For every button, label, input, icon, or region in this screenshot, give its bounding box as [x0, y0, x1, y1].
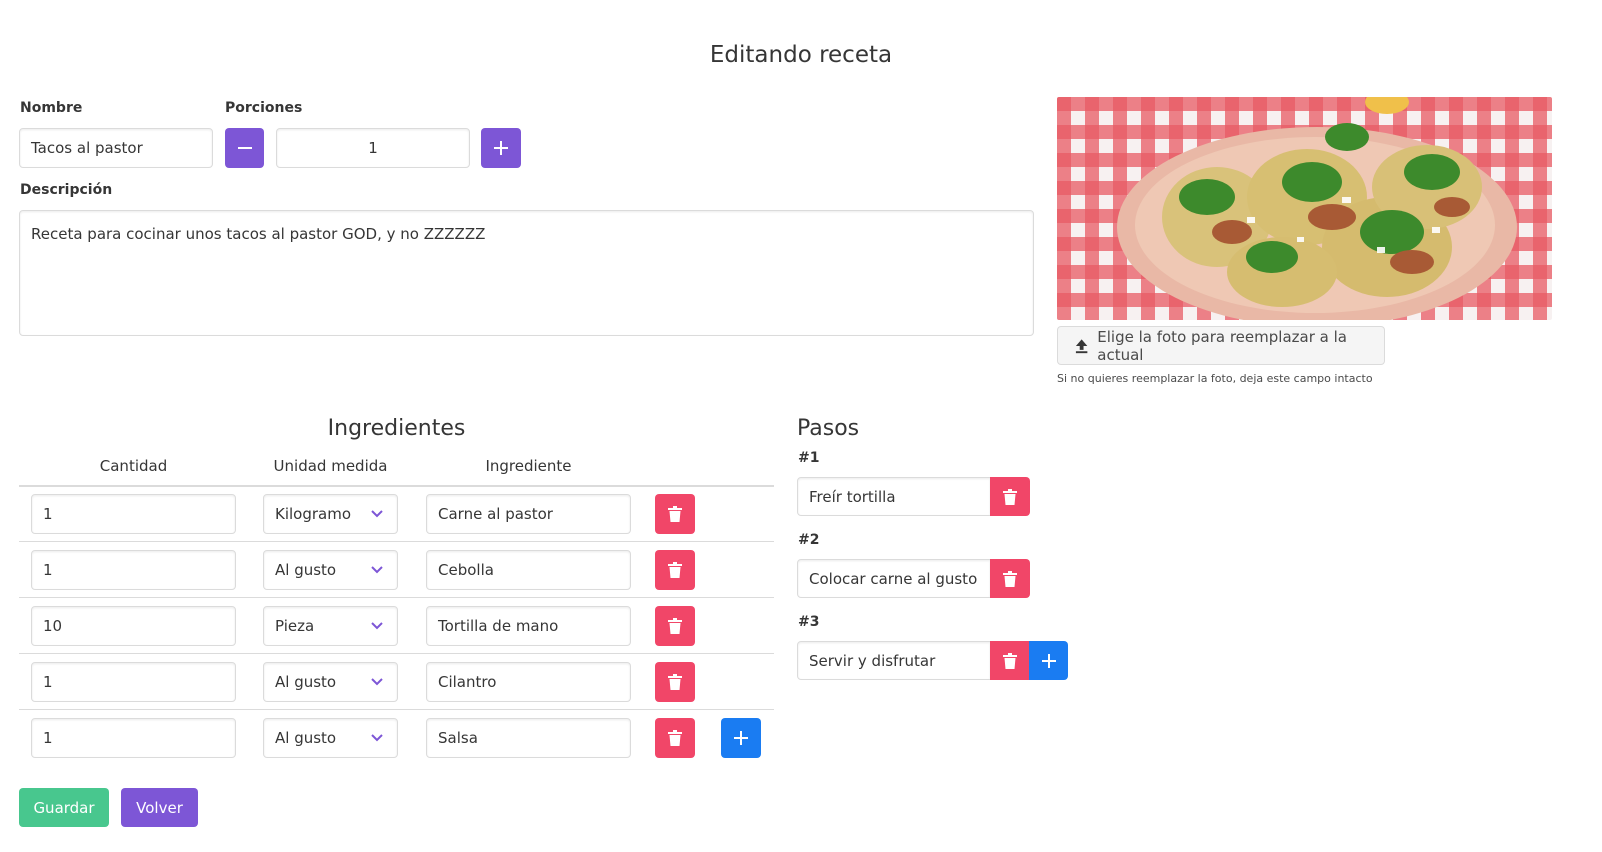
pasos-title: Pasos [797, 416, 860, 441]
cantidad-input[interactable]: 1 [31, 494, 236, 534]
ingredientes-title: Ingredientes [327, 416, 466, 441]
trash-icon [668, 562, 682, 578]
page-title: Editando receta [709, 42, 893, 68]
add-ingrediente-button[interactable] [721, 718, 761, 758]
upload-help-text: Si no quieres reemplazar la foto, deja e… [1057, 372, 1373, 385]
delete-ingrediente-button[interactable] [655, 550, 695, 590]
upload-photo-label: Elige la foto para reemplazar a la actua… [1097, 327, 1347, 364]
decrement-porciones-button[interactable] [225, 128, 264, 168]
trash-icon [1003, 488, 1017, 505]
row-divider [19, 597, 774, 598]
delete-ingrediente-button[interactable] [655, 718, 695, 758]
step-number: #1 [798, 450, 820, 466]
unidad-select-value: Al gusto [275, 561, 337, 579]
chevron-down-icon [371, 678, 383, 686]
volver-button[interactable]: Volver [121, 788, 198, 827]
step-input[interactable]: Freír tortilla [797, 477, 991, 516]
row-divider [19, 653, 774, 654]
cantidad-input[interactable]: 1 [31, 550, 236, 590]
plus-icon [1041, 653, 1056, 668]
unidad-select-value: Kilogramo [275, 505, 352, 523]
delete-step-button[interactable] [990, 559, 1030, 598]
delete-ingrediente-button[interactable] [655, 606, 695, 646]
ingrediente-input[interactable]: Salsa [426, 718, 631, 758]
nombre-input[interactable]: Tacos al pastor [19, 128, 213, 168]
header-unidad: Unidad medida [273, 457, 388, 475]
ingrediente-input[interactable]: Cilantro [426, 662, 631, 702]
cantidad-input[interactable]: 1 [31, 662, 236, 702]
plus-icon [494, 141, 508, 155]
step-input[interactable]: Colocar carne al gusto [797, 559, 991, 598]
unidad-select[interactable]: Pieza [263, 606, 398, 646]
recipe-photo [1057, 97, 1552, 320]
unidad-select[interactable]: Kilogramo [263, 494, 398, 534]
cantidad-input[interactable]: 10 [31, 606, 236, 646]
step-input[interactable]: Servir y disfrutar [797, 641, 991, 680]
step-number: #2 [798, 532, 820, 548]
trash-icon [1002, 652, 1017, 669]
guardar-button[interactable]: Guardar [19, 788, 109, 827]
table-header-divider [19, 485, 774, 487]
step-number: #3 [798, 614, 820, 630]
nombre-label: Nombre [20, 100, 83, 116]
unidad-select-value: Al gusto [275, 729, 337, 747]
row-divider [19, 541, 774, 542]
delete-step-button[interactable] [990, 477, 1030, 516]
descripcion-label: Descripción [20, 182, 113, 198]
trash-icon [668, 674, 682, 690]
plus-icon [734, 731, 748, 745]
unidad-select[interactable]: Al gusto [263, 550, 398, 590]
row-divider [19, 709, 774, 710]
chevron-down-icon [371, 566, 383, 574]
unidad-select[interactable]: Al gusto [263, 662, 398, 702]
minus-icon [237, 147, 252, 149]
delete-ingrediente-button[interactable] [655, 662, 695, 702]
cantidad-input[interactable]: 1 [31, 718, 236, 758]
trash-icon [668, 730, 682, 746]
ingrediente-input[interactable]: Carne al pastor [426, 494, 631, 534]
unidad-select-value: Al gusto [275, 673, 337, 691]
upload-photo-button[interactable]: Elige la foto para reemplazar a la actua… [1057, 326, 1385, 365]
header-ingrediente: Ingrediente [485, 457, 572, 475]
delete-step-button[interactable] [990, 641, 1029, 680]
ingrediente-input[interactable]: Cebolla [426, 550, 631, 590]
porciones-input[interactable]: 1 [276, 128, 470, 168]
chevron-down-icon [371, 622, 383, 630]
increment-porciones-button[interactable] [481, 128, 521, 168]
unidad-select-value: Pieza [275, 617, 315, 635]
unidad-select[interactable]: Al gusto [263, 718, 398, 758]
chevron-down-icon [371, 734, 383, 742]
trash-icon [1003, 570, 1017, 587]
ingrediente-input[interactable]: Tortilla de mano [426, 606, 631, 646]
trash-icon [668, 506, 682, 522]
upload-icon [1075, 338, 1088, 353]
add-step-button[interactable] [1029, 641, 1068, 680]
chevron-down-icon [371, 510, 383, 518]
trash-icon [668, 618, 682, 634]
descripcion-textarea[interactable]: Receta para cocinar unos tacos al pastor… [19, 210, 1034, 336]
delete-ingrediente-button[interactable] [655, 494, 695, 534]
header-cantidad: Cantidad [99, 457, 168, 475]
porciones-label: Porciones [225, 100, 303, 116]
